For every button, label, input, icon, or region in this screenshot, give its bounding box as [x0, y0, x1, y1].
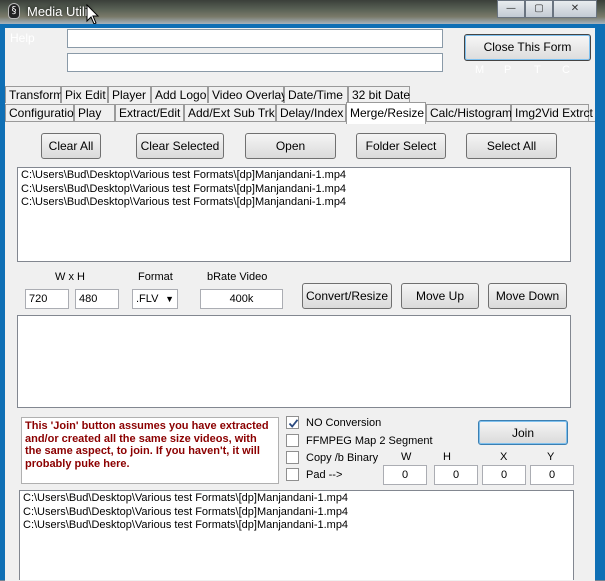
pad-label: Pad --> [306, 468, 343, 481]
select-all-button[interactable]: Select All [466, 133, 557, 159]
list-item[interactable]: C:\Users\Bud\Desktop\Various test Format… [23, 506, 570, 520]
checkbox-icon [286, 451, 299, 464]
tab-add-logo[interactable]: Add Logo [151, 86, 208, 103]
ffmpeg-map-checkbox[interactable]: FFMPEG Map 2 Segment [286, 434, 433, 447]
tab-transform[interactable]: Transform [5, 86, 63, 103]
list-item[interactable]: C:\Users\Bud\Desktop\Various test Format… [23, 492, 570, 506]
no-conversion-label: NO Conversion [306, 416, 382, 429]
output-list[interactable] [17, 315, 571, 408]
wxh-label: W x H [55, 271, 85, 283]
m-label[interactable]: M [475, 64, 484, 76]
window-title: Media Utilit [27, 4, 92, 19]
close-window-button[interactable]: ✕ [553, 0, 597, 18]
move-up-button[interactable]: Move Up [401, 283, 479, 309]
mouse-cursor-icon [86, 4, 100, 25]
pad-y-field[interactable]: 0 [530, 465, 574, 485]
pad-h-field[interactable]: 0 [434, 465, 478, 485]
maximize-button[interactable]: ▢ [525, 0, 553, 18]
checkbox-checked-icon [286, 416, 299, 429]
tab-extract-edit[interactable]: Extract/Edit [115, 104, 184, 121]
c-label[interactable]: C [562, 64, 570, 76]
pad-w-field[interactable]: 0 [383, 465, 427, 485]
tab-add-ext-sub-trk[interactable]: Add/Ext Sub Trk [184, 104, 276, 121]
menu-help[interactable]: Help [10, 31, 35, 45]
app-icon: § [8, 3, 20, 19]
move-down-button[interactable]: Move Down [488, 283, 567, 309]
list-item[interactable]: C:\Users\Bud\Desktop\Various test Format… [21, 183, 567, 197]
tab-calc-histogram[interactable]: Calc/Histogram [426, 104, 512, 121]
height-field[interactable]: 480 [75, 289, 119, 309]
tab-date-time[interactable]: Date/Time [284, 86, 348, 103]
convert-resize-button[interactable]: Convert/Resize [302, 283, 392, 309]
tab-img2vid-extrct[interactable]: Img2Vid Extrct [511, 104, 593, 121]
checkbox-icon [286, 434, 299, 447]
pad-checkbox[interactable]: Pad --> [286, 468, 342, 481]
pad-x-field[interactable]: 0 [482, 465, 526, 485]
pad-y-label: Y [547, 451, 555, 463]
chevron-down-icon: ▼ [165, 294, 174, 304]
list-item[interactable]: C:\Users\Bud\Desktop\Various test Format… [23, 519, 570, 533]
folder-select-button[interactable]: Folder Select [356, 133, 446, 159]
top-text-field-1[interactable] [67, 29, 443, 48]
file-list-input[interactable]: C:\Users\Bud\Desktop\Various test Format… [17, 167, 571, 262]
tab-player[interactable]: Player [108, 86, 151, 103]
copy-binary-checkbox[interactable]: Copy /b Binary [286, 451, 378, 464]
join-button[interactable]: Join [478, 420, 568, 445]
brate-video-field[interactable]: 400k [200, 289, 283, 309]
t-label[interactable]: T [534, 64, 541, 76]
minimize-button[interactable]: — [497, 0, 525, 18]
join-file-list[interactable]: C:\Users\Bud\Desktop\Various test Format… [19, 490, 574, 580]
pad-h-label: H [443, 451, 451, 463]
tab-play[interactable]: Play [74, 104, 115, 121]
pad-w-label: W [401, 451, 412, 463]
tab-configuration[interactable]: Configuration [5, 104, 80, 121]
tab-pix-edit[interactable]: Pix Edit [61, 86, 108, 103]
open-button[interactable]: Open [245, 133, 336, 159]
brate-video-label: bRate Video [207, 271, 268, 283]
tab-video-overlay[interactable]: Video Overlay [208, 86, 287, 103]
format-select[interactable]: .FLV ▼ [132, 289, 178, 309]
format-label: Format [138, 271, 173, 283]
tab-delay-index[interactable]: Delay/Index [276, 104, 346, 121]
copy-binary-label: Copy /b Binary [306, 451, 379, 464]
clear-selected-button[interactable]: Clear Selected [136, 133, 224, 159]
width-field[interactable]: 720 [25, 289, 69, 309]
list-item[interactable]: C:\Users\Bud\Desktop\Various test Format… [21, 169, 567, 183]
format-value: .FLV [136, 293, 159, 305]
ffmpeg-map-label: FFMPEG Map 2 Segment [306, 434, 433, 447]
list-item[interactable]: C:\Users\Bud\Desktop\Various test Format… [21, 196, 567, 210]
p-label[interactable]: P [504, 64, 511, 76]
close-form-button[interactable]: Close This Form [464, 34, 591, 61]
title-bar[interactable]: § Media Utilit — ▢ ✕ [0, 0, 605, 25]
pad-x-label: X [500, 451, 508, 463]
checkbox-icon [286, 468, 299, 481]
no-conversion-checkbox[interactable]: NO Conversion [286, 416, 381, 429]
tab-32-bit-date[interactable]: 32 bit Date [348, 86, 410, 103]
top-text-field-2[interactable] [67, 53, 443, 72]
clear-all-button[interactable]: Clear All [41, 133, 101, 159]
join-note: This 'Join' button assumes you have extr… [21, 417, 279, 484]
tab-merge-resize[interactable]: Merge/Resize [346, 102, 426, 124]
